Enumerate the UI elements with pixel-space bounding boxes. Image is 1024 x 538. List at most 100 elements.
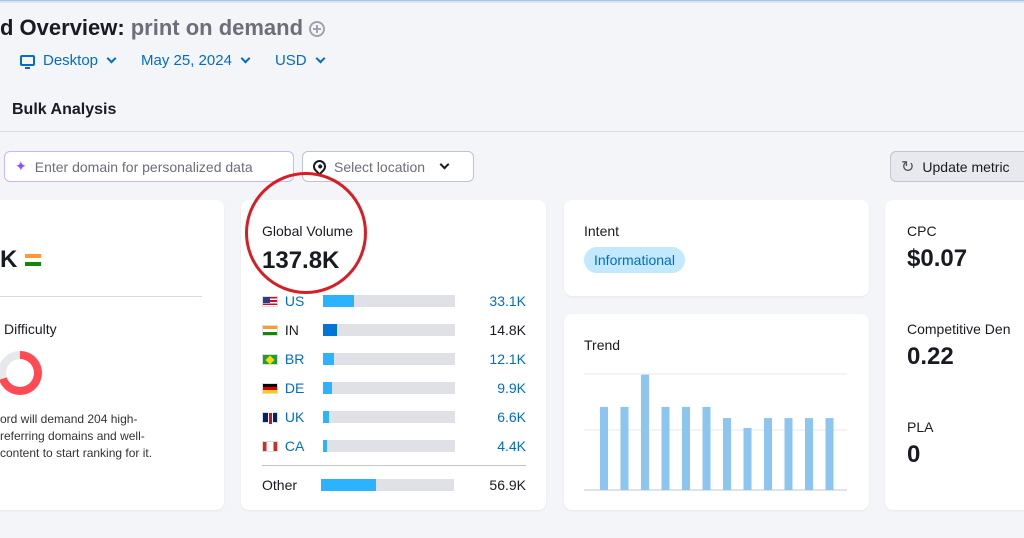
country-code[interactable]: US: [285, 293, 323, 309]
pla-label: PLA: [907, 419, 934, 435]
country-row-us: US 33.1K: [262, 292, 526, 310]
kd-label: Difficulty: [4, 321, 57, 337]
country-code[interactable]: BR: [285, 351, 323, 367]
country-bar: [321, 479, 454, 491]
trend-bar: [600, 406, 608, 490]
country-value[interactable]: 33.1K: [455, 293, 526, 309]
divider: [262, 465, 526, 466]
update-label: Update metric: [922, 158, 1010, 175]
country-value[interactable]: 12.1K: [455, 351, 526, 367]
highlight-circle: [245, 172, 367, 294]
india-flag-icon: [25, 254, 42, 266]
country-bar-fill: [322, 295, 355, 307]
sparkle-icon: ✦: [15, 158, 27, 174]
india-flag-icon: [262, 324, 278, 336]
canada-flag-icon: [262, 440, 278, 452]
country-bar: [322, 382, 455, 394]
competitive-density-value: 0.22: [907, 343, 954, 370]
country-value[interactable]: 9.9K: [455, 380, 526, 396]
country-bar: [322, 324, 455, 336]
uk-flag-icon: [262, 411, 278, 424]
update-metrics-button[interactable]: ↻ Update metric: [890, 151, 1024, 182]
cpc-label: CPC: [907, 223, 937, 239]
us-flag-icon: [262, 295, 278, 307]
chevron-down-icon: [439, 159, 450, 170]
title-keyword: print on demand: [130, 15, 304, 40]
currency-dropdown[interactable]: USD: [274, 52, 326, 69]
competitive-density-metric: Competitive Den 0.22: [907, 321, 1011, 371]
trend-bar: [825, 418, 834, 490]
country-bar: [322, 440, 455, 452]
trend-bar: [743, 428, 752, 490]
title-main: d Overview:: [0, 15, 125, 40]
top-border: [0, 0, 1024, 3]
country-bar-fill: [321, 479, 376, 491]
country-value[interactable]: 4.4K: [455, 438, 526, 454]
other-value: 56.9K: [489, 477, 526, 493]
country-bar-fill: [322, 411, 329, 423]
page-title: d Overview: print on demand: [0, 15, 326, 41]
other-label: Other: [262, 477, 298, 493]
device-dropdown[interactable]: Desktop: [20, 52, 117, 69]
country-bar-fill: [322, 353, 335, 365]
country-code[interactable]: UK: [285, 409, 323, 425]
date-label: May 25, 2024: [141, 52, 232, 69]
brazil-flag-icon: [262, 353, 278, 365]
kd-donut-chart: [0, 351, 42, 395]
country-code[interactable]: CA: [285, 438, 323, 454]
trend-bar: [641, 374, 649, 490]
trend-bar: [805, 418, 813, 490]
country-row-in: IN 14.8K: [262, 321, 526, 339]
tab-bulk-analysis[interactable]: Bulk Analysis: [12, 101, 116, 119]
trend-chart: [584, 373, 847, 491]
competitive-density-label: Competitive Den: [907, 321, 1011, 337]
currency-label: USD: [274, 52, 307, 69]
trend-bar: [784, 418, 793, 490]
intent-label: Intent: [584, 223, 620, 239]
country-row-br: BR 12.1K: [262, 350, 526, 368]
domain-input[interactable]: ✦ Enter domain for personalized data: [4, 151, 294, 182]
intent-card: Intent Informational: [564, 200, 869, 296]
trend-bar: [682, 406, 690, 490]
country-value[interactable]: 6.6K: [455, 409, 526, 425]
trend-bar: [661, 406, 670, 490]
pla-metric: PLA 0: [907, 419, 933, 469]
trend-bar: [702, 406, 711, 490]
volume-number: K: [0, 246, 18, 273]
add-icon[interactable]: [309, 21, 326, 37]
trend-card: Trend: [564, 314, 869, 510]
trend-bar: [620, 406, 629, 490]
country-bar: [322, 411, 455, 423]
domain-placeholder: Enter domain for personalized data: [34, 158, 253, 175]
pla-value: 0: [907, 441, 921, 468]
kd-description: ord will demand 204 high- referring doma…: [0, 412, 153, 460]
country-code: IN: [284, 322, 299, 338]
metrics-card: CPC $0.07 Competitive Den 0.22 PLA 0: [885, 200, 1024, 510]
trend-bar: [723, 418, 731, 490]
country-row-uk: UK 6.6K: [262, 408, 526, 426]
device-label: Desktop: [43, 52, 99, 69]
location-placeholder: Select location: [334, 158, 426, 175]
chevron-down-icon: [106, 53, 117, 64]
country-value: 14.8K: [489, 322, 526, 338]
chevron-down-icon: [240, 53, 251, 64]
cpc-metric: CPC $0.07: [907, 223, 967, 273]
country-row-ca: CA 4.4K: [262, 437, 526, 455]
germany-flag-icon: [262, 382, 278, 394]
country-code[interactable]: DE: [285, 380, 323, 396]
intent-badge: Informational: [584, 247, 685, 273]
country-bar-fill: [322, 382, 333, 394]
volume-value: K: [0, 246, 42, 274]
desktop-icon: [20, 55, 35, 69]
chevron-down-icon: [315, 53, 326, 64]
divider: [0, 296, 202, 297]
trend-label: Trend: [584, 337, 621, 353]
country-bar: [322, 353, 455, 365]
country-row-other: Other 56.9K: [262, 476, 526, 494]
divider: [0, 131, 1024, 132]
country-bar: [322, 295, 455, 307]
date-dropdown[interactable]: May 25, 2024: [141, 52, 251, 69]
country-bar-fill: [322, 324, 337, 336]
country-row-de: DE 9.9K: [262, 379, 526, 397]
country-bar-fill: [322, 440, 327, 452]
